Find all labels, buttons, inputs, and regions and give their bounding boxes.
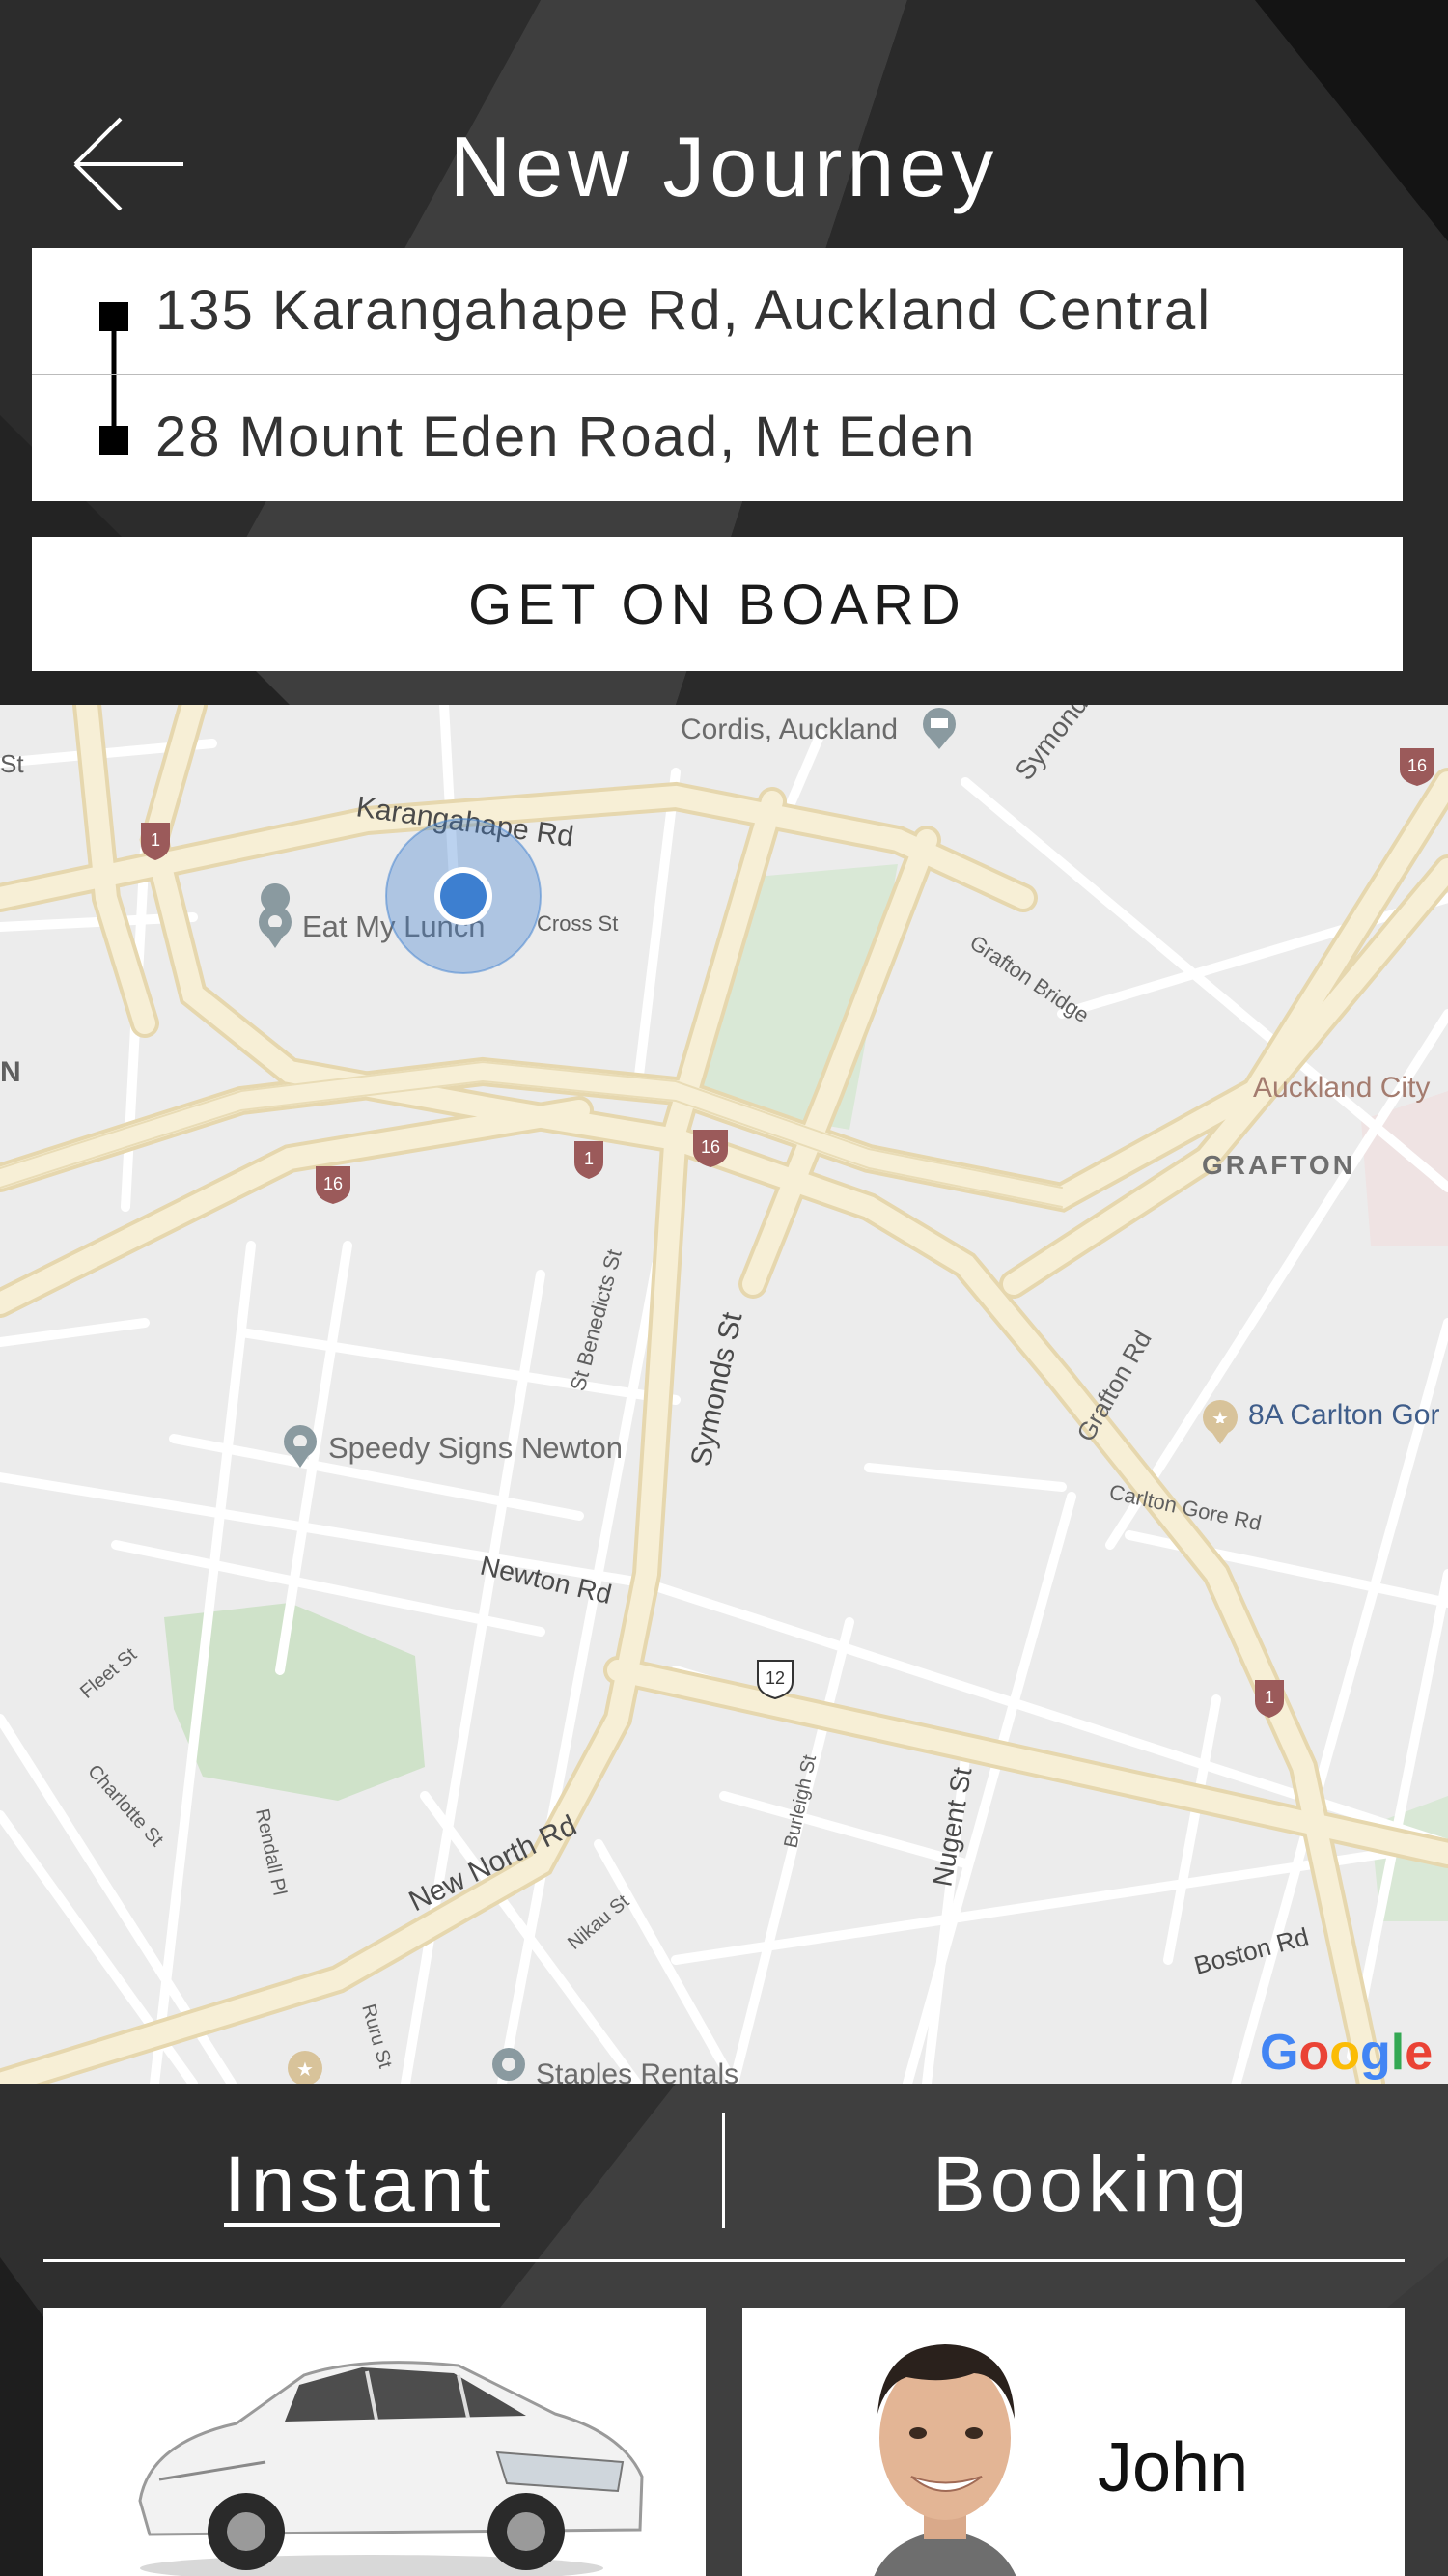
svg-text:1: 1 [584, 1149, 594, 1168]
svg-text:16: 16 [323, 1174, 343, 1193]
map-label: Speedy Signs Newton [328, 1431, 623, 1465]
vehicle-card[interactable] [43, 2308, 706, 2576]
route-connector-icon [99, 302, 128, 455]
driver-avatar [874, 2344, 1016, 2576]
tabs-divider [43, 2259, 1405, 2262]
map-label: Cross St [537, 911, 618, 936]
svg-text:★: ★ [296, 2059, 314, 2081]
svg-text:16: 16 [701, 1137, 720, 1157]
tab-booking[interactable]: Booking [933, 2122, 1252, 2248]
tab-instant[interactable]: Instant [224, 2122, 495, 2248]
car-image [138, 2361, 644, 2576]
svg-text:1: 1 [151, 830, 160, 850]
driver-card[interactable]: John [742, 2308, 1405, 2576]
route-shield-icon: 12 [757, 1660, 794, 1700]
dropoff-field[interactable]: 28 Mount Eden Road, Mt Eden [155, 375, 976, 500]
current-location-marker[interactable] [385, 818, 542, 974]
map-label: N [0, 1056, 21, 1088]
map-label: Auckland City [1253, 1072, 1430, 1104]
map-label: GRAFTON [1202, 1150, 1355, 1180]
map-label: Staples Rentals [536, 2058, 738, 2084]
page-title: New Journey [449, 119, 999, 214]
tab-separator [722, 2113, 725, 2228]
svg-text:16: 16 [1407, 756, 1427, 775]
svg-text:1: 1 [1265, 1688, 1274, 1707]
poi-pin-icon[interactable] [492, 2048, 525, 2081]
tab-active-indicator [224, 2223, 500, 2227]
pickup-field[interactable]: 135 Karangahape Rd, Auckland Central [155, 248, 1211, 374]
map-canvas[interactable]: St N Cordis, Auckland Symonds Karangahap… [0, 705, 1448, 2084]
google-logo: Google [1260, 2025, 1433, 2081]
header: New Journey 135 Karangahape Rd, Auckland… [0, 0, 1448, 705]
map-label: St [0, 749, 24, 778]
bottom-panel: Instant Booking John [0, 2084, 1448, 2576]
route-inputs: 135 Karangahape Rd, Auckland Central 28 … [32, 248, 1403, 501]
driver-name: John [1098, 2429, 1249, 2506]
map[interactable]: St N Cordis, Auckland Symonds Karangahap… [0, 705, 1448, 2084]
map-label: 8A Carlton Gor [1248, 1399, 1439, 1431]
get-on-board-button[interactable]: GET ON BOARD [32, 537, 1403, 671]
map-label: Cordis, Auckland [681, 714, 898, 745]
svg-text:12: 12 [766, 1668, 785, 1688]
